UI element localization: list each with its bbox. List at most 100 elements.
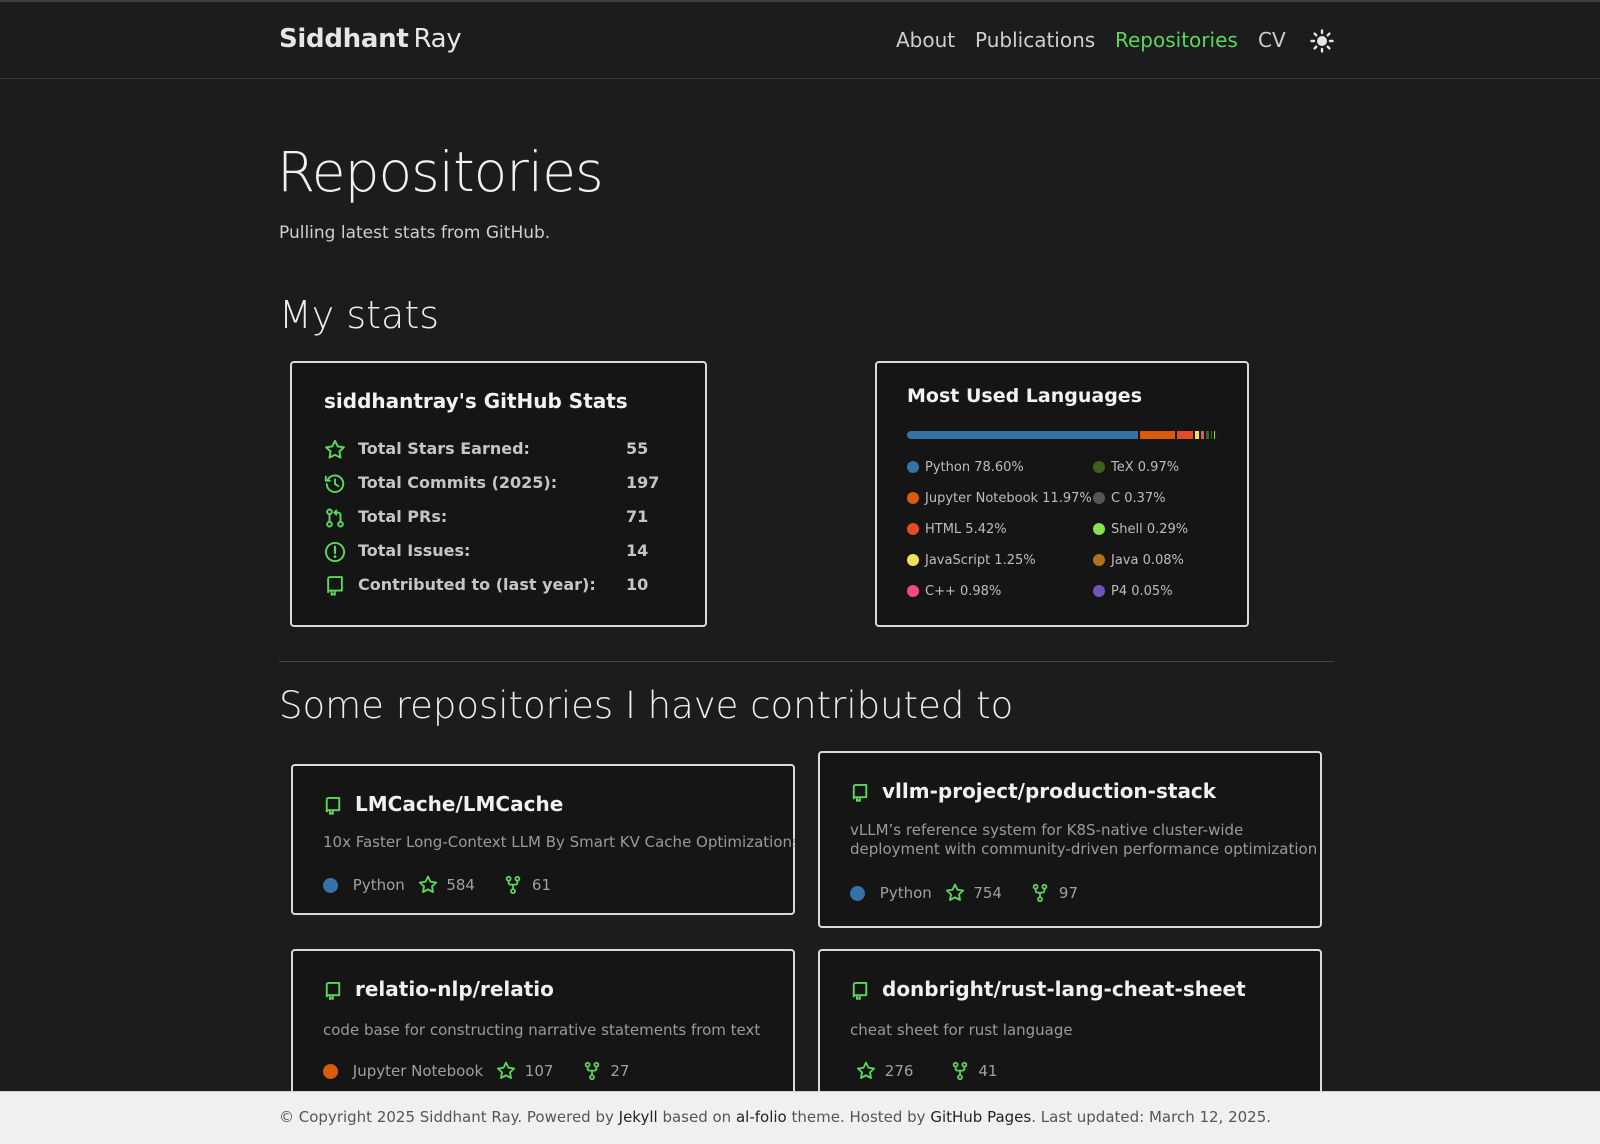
footer-host-link[interactable]: GitHub Pages xyxy=(930,1108,1031,1126)
most-used-languages-card[interactable]: Most Used Languages Python 78.60% Jupyter… xyxy=(875,361,1249,627)
star-icon xyxy=(418,875,437,893)
repo-card[interactable]: relatio-nlp/relatio code base for constr… xyxy=(291,949,795,1099)
footer-text: © Copyright 2025 Siddhant Ray. Powered b… xyxy=(279,1108,1271,1126)
nav-about[interactable]: About xyxy=(896,28,955,52)
repo-icon xyxy=(852,783,868,802)
stat-row-contributed: Contributed to (last year): 10 xyxy=(324,573,684,599)
repo-name[interactable]: relatio-nlp/relatio xyxy=(355,977,554,1001)
language-bar-segment xyxy=(1216,431,1219,439)
footer-theme-suffix: theme. Hosted by xyxy=(791,1108,926,1126)
repo-meta: Jupyter Notebook 107 27 xyxy=(323,1061,629,1081)
stat-label: Total Stars Earned: xyxy=(358,439,530,458)
stat-label: Total Issues: xyxy=(358,541,471,560)
repo-description: vLLM’s reference system for K8S-native c… xyxy=(850,821,1318,858)
repo-icon xyxy=(325,981,341,1000)
repo-forks: 27 xyxy=(610,1062,630,1080)
stat-value: 71 xyxy=(626,507,649,526)
star-icon xyxy=(856,1061,876,1079)
nav-repositories[interactable]: Repositories xyxy=(1115,28,1238,52)
language-color-dot xyxy=(323,1063,338,1079)
stat-value: 14 xyxy=(626,541,649,560)
section-divider xyxy=(279,661,1334,662)
repo-name[interactable]: vllm-project/production-stack xyxy=(882,779,1216,803)
history-icon xyxy=(324,474,345,493)
footer-based-on: based on xyxy=(662,1108,732,1126)
language-legend-label: JavaScript 1.25% xyxy=(925,553,1036,568)
language-legend-item: Java 0.08% xyxy=(1093,553,1184,568)
language-color-dot xyxy=(1093,554,1105,566)
language-color-dot xyxy=(907,585,919,597)
repo-forks: 41 xyxy=(978,1062,998,1080)
repo-stars: 584 xyxy=(446,876,475,894)
language-color-dot xyxy=(850,885,865,901)
fork-icon xyxy=(952,1061,967,1081)
repo-language: Python xyxy=(352,876,405,894)
footer-theme-link[interactable]: al-folio xyxy=(736,1108,787,1126)
pull-request-icon xyxy=(326,508,344,528)
fork-icon xyxy=(505,875,521,895)
stat-label: Contributed to (last year): xyxy=(358,575,596,594)
language-bar-segment xyxy=(1138,431,1176,439)
repo-card[interactable]: donbright/rust-lang-cheat-sheet cheat sh… xyxy=(818,949,1322,1099)
site-brand[interactable]: Siddhant Ray xyxy=(279,24,462,54)
repo-description: 10x Faster Long-Context LLM By Smart KV … xyxy=(323,833,795,851)
repo-stars: 107 xyxy=(524,1062,554,1080)
brand-last-name[interactable]: Ray xyxy=(413,24,461,54)
language-legend-item: Shell 0.29% xyxy=(1093,522,1188,537)
language-color-dot xyxy=(907,554,919,566)
repo-description: cheat sheet for rust language xyxy=(850,1021,1073,1039)
language-legend-label: TeX 0.97% xyxy=(1111,460,1180,475)
language-legend-item: HTML 5.42% xyxy=(907,522,1007,537)
github-stats-card[interactable]: siddhantray's GitHub Stats Total Stars E… xyxy=(290,361,707,627)
fork-icon xyxy=(1032,883,1048,903)
repo-description: code base for constructing narrative sta… xyxy=(323,1021,761,1039)
language-color-dot xyxy=(907,461,919,473)
repo-card[interactable]: LMCache/LMCache 10x Faster Long-Context … xyxy=(291,764,795,915)
repo-stars: 754 xyxy=(973,884,1002,902)
repo-language: Python xyxy=(879,884,932,902)
repo-name[interactable]: LMCache/LMCache xyxy=(355,792,563,816)
language-legend-item: Python 78.60% xyxy=(907,460,1024,475)
languages-title: Most Used Languages xyxy=(907,385,1143,407)
repo-meta: 276 41 xyxy=(856,1061,997,1081)
language-legend-label: HTML 5.42% xyxy=(925,522,1007,537)
stat-value: 197 xyxy=(626,473,660,492)
footer-jekyll-link[interactable]: Jekyll xyxy=(619,1108,658,1126)
repo-icon xyxy=(327,576,343,596)
repo-forks: 61 xyxy=(531,876,551,894)
github-stats-title: siddhantray's GitHub Stats xyxy=(324,389,628,413)
repo-meta: Python 584 61 xyxy=(323,875,551,895)
repo-meta: Python 754 97 xyxy=(850,883,1078,903)
language-legend-item: P4 0.05% xyxy=(1093,584,1173,599)
repo-name[interactable]: donbright/rust-lang-cheat-sheet xyxy=(882,977,1246,1001)
star-icon xyxy=(325,439,345,459)
fork-icon xyxy=(584,1061,599,1081)
stat-label: Total PRs: xyxy=(358,507,448,526)
language-legend-item: C 0.37% xyxy=(1093,491,1166,506)
language-color-dot xyxy=(907,523,919,535)
issue-icon xyxy=(324,541,346,563)
language-legend-label: Python 78.60% xyxy=(925,460,1024,475)
repos-heading: Some repositories I have contributed to xyxy=(279,684,1014,727)
language-color-dot xyxy=(1093,461,1105,473)
language-legend-item: C++ 0.98% xyxy=(907,584,1001,599)
stat-row-issues: Total Issues: 14 xyxy=(324,539,684,565)
stat-label: Total Commits (2025): xyxy=(358,473,558,492)
repo-card[interactable]: vllm-project/production-stack vLLM’s ref… xyxy=(818,751,1322,928)
star-icon xyxy=(945,883,964,901)
sun-icon xyxy=(1310,29,1334,53)
stat-row-commits: Total Commits (2025): 197 xyxy=(324,471,684,497)
page-title: Repositories xyxy=(277,140,604,204)
brand-first-name[interactable]: Siddhant xyxy=(279,24,409,54)
stat-value: 10 xyxy=(626,575,649,594)
nav-publications[interactable]: Publications xyxy=(975,28,1095,52)
star-icon xyxy=(496,1061,516,1079)
navbar: Siddhant Ray About Publications Repositor… xyxy=(0,2,1600,79)
language-legend-item: TeX 0.97% xyxy=(1093,460,1179,475)
language-legend-label: P4 0.05% xyxy=(1111,584,1173,599)
language-color-dot xyxy=(1093,492,1105,504)
language-legend-item: JavaScript 1.25% xyxy=(907,553,1036,568)
repo-forks: 97 xyxy=(1058,884,1078,902)
nav-cv[interactable]: CV xyxy=(1258,28,1286,52)
theme-toggle-button[interactable] xyxy=(1310,29,1334,53)
